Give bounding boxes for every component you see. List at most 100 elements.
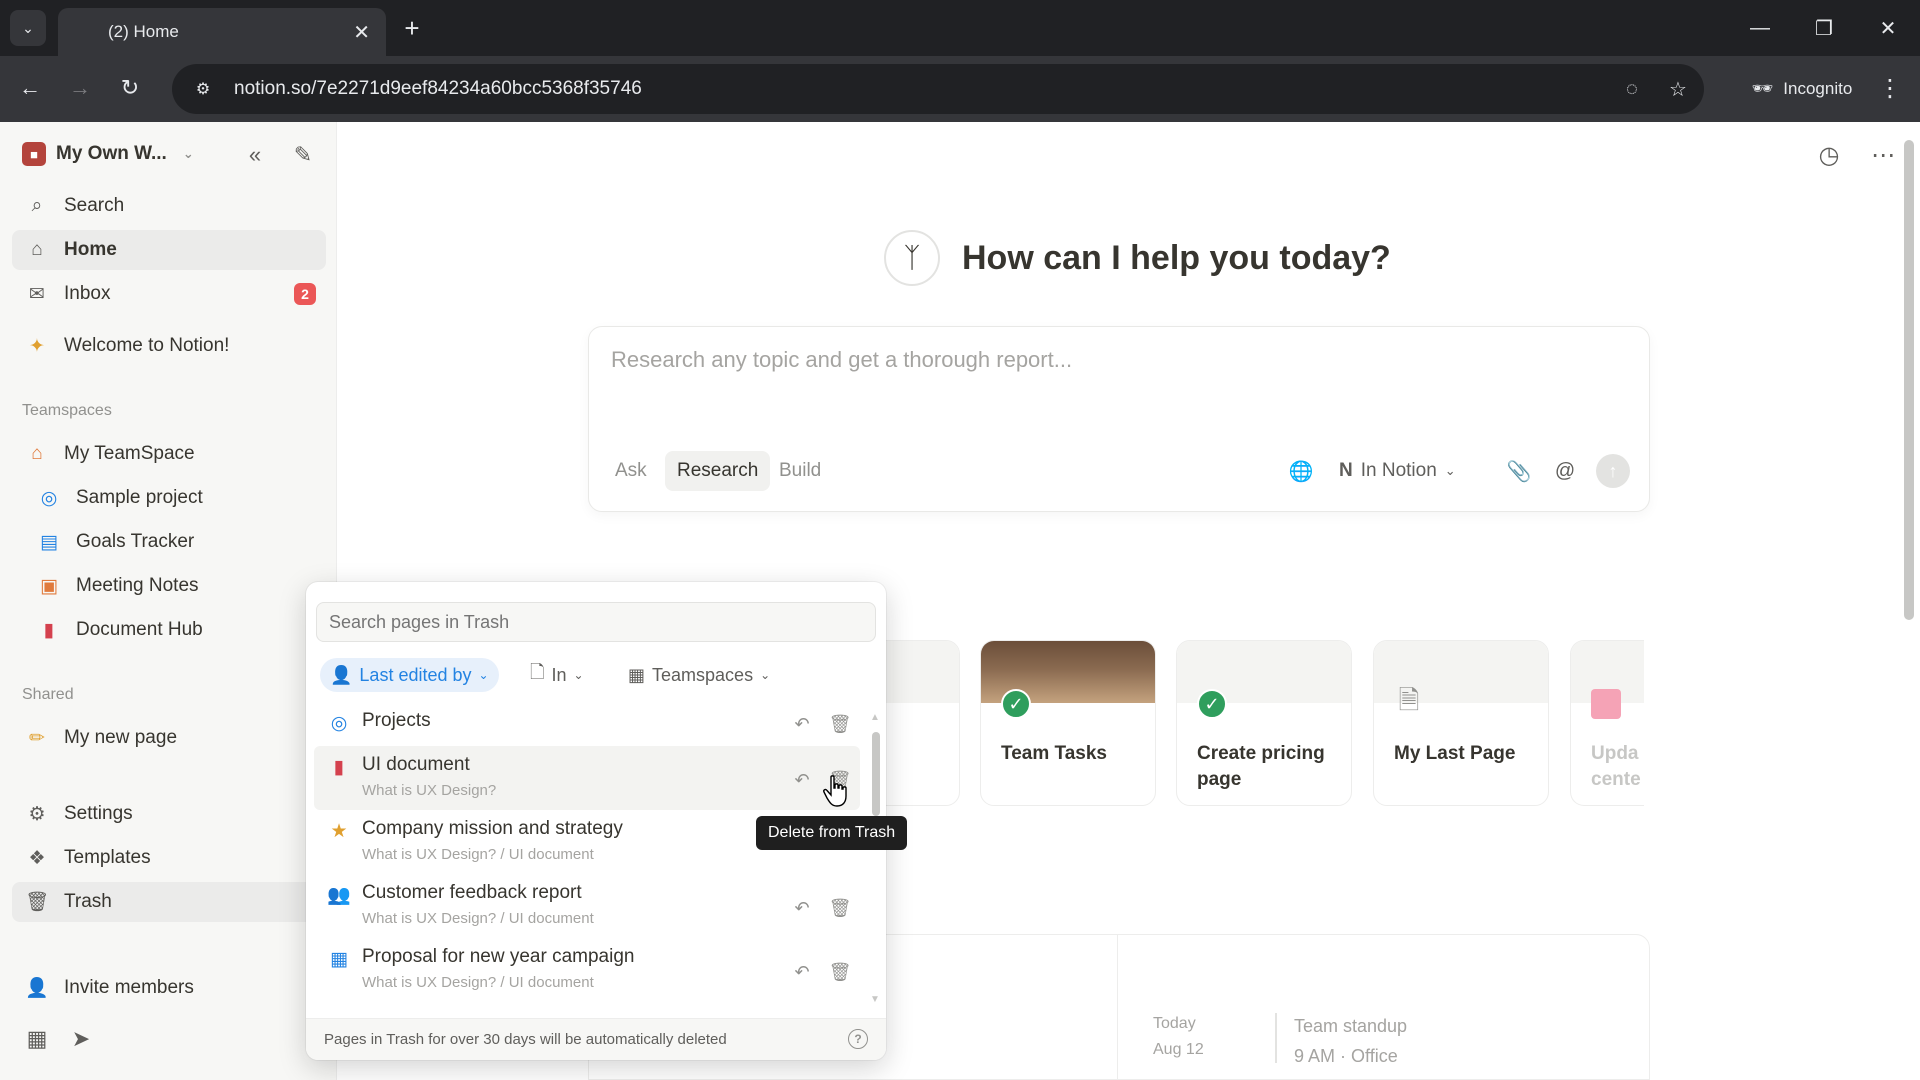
send-button[interactable]: ↑ xyxy=(1596,454,1630,488)
event-date-value: Aug 12 xyxy=(1153,1041,1204,1058)
back-button[interactable]: ← xyxy=(12,70,48,106)
restore-icon[interactable]: ↶ xyxy=(788,894,816,922)
url-text[interactable]: notion.so/7e2271d9eef84234a60bcc5368f357… xyxy=(234,78,1612,100)
more-options-button[interactable]: ⋯ xyxy=(1866,138,1900,172)
restore-icon[interactable]: ↶ xyxy=(788,958,816,986)
mention-icon[interactable]: @ xyxy=(1547,453,1583,489)
trash-icon: 🗑 xyxy=(24,892,50,913)
globe-icon[interactable]: 🌐 xyxy=(1283,453,1319,489)
new-tab-button[interactable]: + xyxy=(396,12,428,44)
sidebar-item-meeting-notes[interactable]: ▣ Meeting Notes xyxy=(12,566,326,606)
chevron-down-icon: ⌄ xyxy=(182,146,194,161)
sidebar-item-label: Invite members xyxy=(64,977,194,998)
sidebar-item-home[interactable]: ⌂ Home xyxy=(12,230,326,270)
sidebar-item-inbox[interactable]: ✉ Inbox 2 xyxy=(12,274,326,314)
chevron-down-icon: ⌄ xyxy=(22,19,34,36)
event-date: Today Aug 12 xyxy=(1153,1011,1204,1063)
mode-build[interactable]: Build xyxy=(767,451,833,491)
sidebar-item-invite-members[interactable]: 👤 Invite members xyxy=(12,968,326,1008)
page-scrollbar[interactable] xyxy=(1904,140,1914,620)
site-info-icon[interactable]: ⚙ xyxy=(188,74,218,104)
ai-prompt-box[interactable]: Research any topic and get a thorough re… xyxy=(588,326,1650,512)
incognito-indicator[interactable]: 🕶 Incognito xyxy=(1726,64,1878,114)
event-info[interactable]: Team standup 9 AM · Office xyxy=(1294,1011,1407,1071)
workspace-name: My Own W... xyxy=(56,143,167,164)
sidebar-item-document-hub[interactable]: ▮ Document Hub xyxy=(12,610,326,650)
filter-label: Last edited by xyxy=(359,664,472,685)
trash-item-customer-feedback[interactable]: 👥 Customer feedback report What is UX De… xyxy=(314,874,860,938)
templates-icon: ❖ xyxy=(28,847,46,869)
attach-icon[interactable]: 📎 xyxy=(1501,453,1537,489)
event-bar xyxy=(1275,1013,1277,1063)
sidebar-item-teamspace[interactable]: ⌂ My TeamSpace xyxy=(12,434,326,474)
people-icon: 👥 xyxy=(327,885,351,906)
trash-icon[interactable]: 🗑 xyxy=(826,710,854,738)
home-icon: ⌂ xyxy=(31,239,43,260)
project-icon: ◎ xyxy=(330,712,348,734)
trash-item-path: What is UX Design? xyxy=(362,782,497,799)
updates-button[interactable]: ◷ xyxy=(1812,138,1846,172)
mode-ask[interactable]: Ask xyxy=(603,451,659,491)
recent-card-create-pricing[interactable]: ✓ Create pricing page xyxy=(1176,640,1352,806)
address-bar[interactable]: ⚙ notion.so/7e2271d9eef84234a60bcc5368f3… xyxy=(172,64,1704,114)
sidebar-item-sample-project[interactable]: ◎ Sample project xyxy=(12,478,326,518)
trash-list-scrollbar[interactable] xyxy=(872,732,880,816)
browser-tab[interactable]: (2) Home ✕ xyxy=(58,8,386,56)
restore-icon[interactable]: ↶ xyxy=(788,710,816,738)
close-window-button[interactable]: ✕ xyxy=(1858,8,1918,48)
forward-button[interactable]: → xyxy=(62,70,98,106)
scroll-down-arrow[interactable]: ▼ xyxy=(870,994,880,1005)
restore-icon[interactable]: ↶ xyxy=(788,766,816,794)
scope-selector[interactable]: N In Notion ⌄ xyxy=(1339,451,1456,491)
browser-toolbar: ← → ↻ ⚙ notion.so/7e2271d9eef84234a60bcc… xyxy=(0,56,1920,122)
trash-item-projects[interactable]: ◎ Projects ↶ 🗑 xyxy=(314,702,860,746)
event-day: Today xyxy=(1153,1015,1196,1032)
minimize-button[interactable]: — xyxy=(1730,8,1790,48)
page-icon xyxy=(1591,689,1621,719)
trash-item-proposal[interactable]: ▦ Proposal for new year campaign What is… xyxy=(314,938,860,1002)
ai-assistant-header: ᛉ How can I help you today? xyxy=(884,230,1391,286)
prompt-placeholder[interactable]: Research any topic and get a thorough re… xyxy=(611,347,1072,373)
sidebar-item-my-new-page[interactable]: ✏ My new page xyxy=(12,718,326,758)
sidebar-item-label: Search xyxy=(64,195,125,216)
mode-research[interactable]: Research xyxy=(665,451,771,491)
trash-item-path: What is UX Design? / UI document xyxy=(362,846,594,863)
reload-button[interactable]: ↻ xyxy=(112,70,148,106)
sidebar-item-trash[interactable]: 🗑 Trash xyxy=(12,882,326,922)
event-title: Team standup xyxy=(1294,1016,1408,1036)
mail-app-button[interactable]: ➤ xyxy=(66,1024,96,1054)
filter-teamspaces[interactable]: ▦ Teamspaces ⌄ xyxy=(618,658,780,692)
new-page-button[interactable]: ✎ xyxy=(288,140,318,170)
calendar-app-button[interactable]: ▦ xyxy=(22,1024,52,1054)
recent-card-my-last-page[interactable]: 🗎 My Last Page xyxy=(1373,640,1549,806)
collapse-sidebar-button[interactable]: « xyxy=(240,140,270,170)
trash-item-ui-document[interactable]: ▮ UI document What is UX Design? ↶ 🗑 xyxy=(314,746,860,810)
browser-titlebar: ⌄ (2) Home ✕ + — ❐ ✕ xyxy=(0,0,1920,56)
sidebar-item-templates[interactable]: ❖ Templates xyxy=(12,838,326,878)
trash-item-title: Customer feedback report xyxy=(362,882,582,903)
more-vertical-icon: ⋮ xyxy=(1878,74,1902,102)
trash-icon[interactable]: 🗑 xyxy=(826,958,854,986)
filter-in[interactable]: 🗋 In ⌄ xyxy=(520,658,594,692)
pencil-icon: ✏ xyxy=(29,727,45,749)
bookmark-star-icon[interactable]: ☆ xyxy=(1658,77,1698,102)
browser-menu-button[interactable]: ⋮ xyxy=(1872,70,1908,106)
close-tab-icon[interactable]: ✕ xyxy=(353,20,370,45)
trash-search-input[interactable] xyxy=(316,602,876,642)
sidebar-item-search[interactable]: ⌕ Search xyxy=(12,186,326,226)
eye-off-icon[interactable]: ◌ xyxy=(1612,78,1652,101)
sidebar-item-goals-tracker[interactable]: ▤ Goals Tracker xyxy=(12,522,326,562)
trash-item-title: Company mission and strategy xyxy=(362,818,623,839)
scroll-up-arrow[interactable]: ▲ xyxy=(870,712,880,723)
help-icon[interactable]: ? xyxy=(848,1029,868,1049)
recent-card-partial[interactable]: Upda cente xyxy=(1570,640,1644,806)
sidebar-item-welcome[interactable]: ✦ Welcome to Notion! xyxy=(12,326,326,366)
trash-item-title: UI document xyxy=(362,754,470,775)
workspace-switcher[interactable]: ■ My Own W... ⌄ xyxy=(22,138,194,170)
sidebar-item-settings[interactable]: ⚙ Settings xyxy=(12,794,326,834)
tab-search-button[interactable]: ⌄ xyxy=(10,10,46,46)
recent-card-team-tasks[interactable]: ✓ Team Tasks xyxy=(980,640,1156,806)
restore-button[interactable]: ❐ xyxy=(1794,8,1854,48)
filter-last-edited-by[interactable]: 👤 Last edited by ⌄ xyxy=(320,658,499,692)
trash-icon[interactable]: 🗑 xyxy=(826,894,854,922)
